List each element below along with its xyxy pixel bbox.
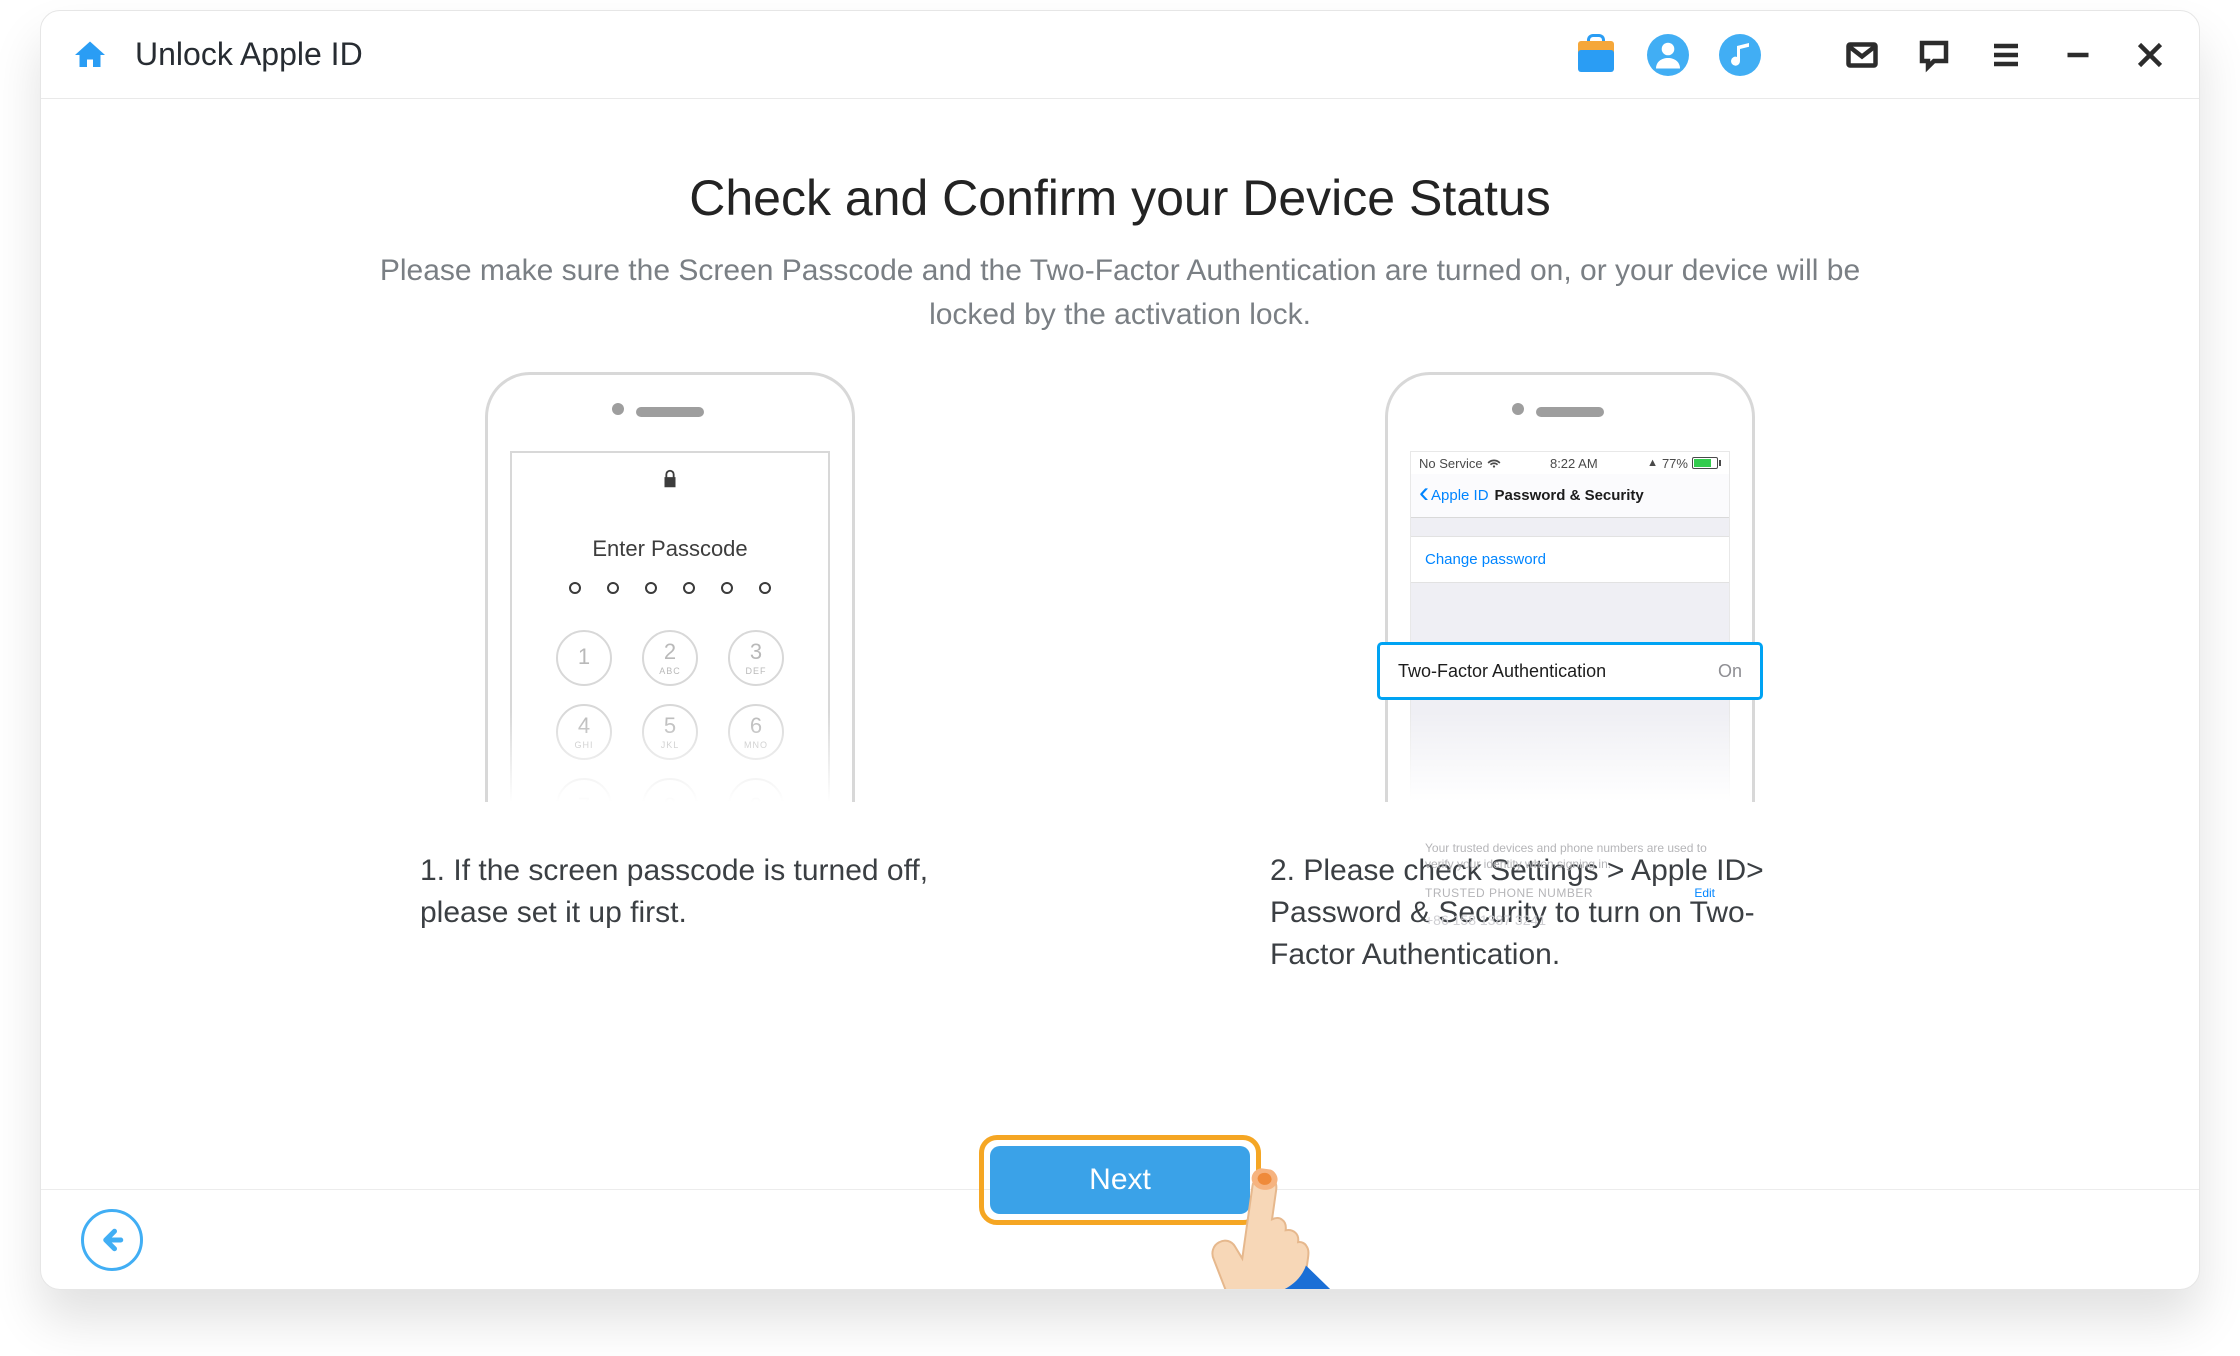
carrier-label: No Service xyxy=(1419,456,1483,471)
battery-icon xyxy=(1692,457,1721,469)
key-6: 6MNO xyxy=(728,704,784,760)
tfa-description: Your trusted devices and phone numbers a… xyxy=(1425,841,1715,872)
change-password-cell: Change password xyxy=(1411,536,1729,583)
tfa-value: On xyxy=(1718,661,1742,682)
key-8: 8 xyxy=(642,778,698,802)
enter-passcode-label: Enter Passcode xyxy=(592,536,747,562)
illustration-passcode: Enter Passcode 1 2ABC 3DEF 4GHI xyxy=(445,372,895,802)
headline: Check and Confirm your Device Status xyxy=(101,169,2139,227)
passcode-dots xyxy=(569,582,771,594)
menu-icon[interactable] xyxy=(1985,34,2027,76)
mail-icon[interactable] xyxy=(1841,34,1883,76)
keypad: 1 2ABC 3DEF 4GHI 5JKL 6MNO 7 xyxy=(556,630,784,802)
home-icon[interactable] xyxy=(69,34,111,76)
key-4: 4GHI xyxy=(556,704,612,760)
settings-screen: No Service 8:22 AM ▲ 77% Apple ID xyxy=(1410,451,1730,802)
back-button[interactable] xyxy=(81,1209,143,1271)
ios-status-bar: No Service 8:22 AM ▲ 77% xyxy=(1411,452,1729,474)
key-9: 9 xyxy=(728,778,784,802)
ios-nav-bar: Apple ID Password & Security xyxy=(1411,474,1729,518)
phone-camera-dot xyxy=(1512,403,1524,415)
page-title: Unlock Apple ID xyxy=(135,36,363,73)
key-5: 5JKL xyxy=(642,704,698,760)
main-content: Check and Confirm your Device Status Ple… xyxy=(41,99,2199,1189)
trusted-edit: Edit xyxy=(1694,886,1715,902)
clock-label: 8:22 AM xyxy=(1550,456,1598,471)
battery-label: 77% xyxy=(1662,456,1688,471)
phone-earpiece xyxy=(636,407,704,417)
feedback-icon[interactable] xyxy=(1913,34,1955,76)
step-captions: 1. If the screen passcode is turned off,… xyxy=(101,850,2139,976)
close-icon[interactable] xyxy=(2129,34,2171,76)
phone-two-factor: No Service 8:22 AM ▲ 77% Apple ID xyxy=(1385,372,1755,802)
key-2: 2ABC xyxy=(642,630,698,686)
key-3: 3DEF xyxy=(728,630,784,686)
phone-earpiece xyxy=(1536,407,1604,417)
wifi-icon xyxy=(1487,456,1501,470)
music-search-icon[interactable] xyxy=(1719,34,1761,76)
titlebar: Unlock Apple ID xyxy=(41,11,2199,99)
nav-title: Password & Security xyxy=(1495,487,1644,504)
step-1-caption: 1. If the screen passcode is turned off,… xyxy=(420,850,970,976)
next-button[interactable]: Next xyxy=(990,1146,1250,1214)
key-7: 7 xyxy=(556,778,612,802)
passcode-screen: Enter Passcode 1 2ABC 3DEF 4GHI xyxy=(510,451,830,802)
phone-camera-dot xyxy=(612,403,624,415)
tfa-label: Two-Factor Authentication xyxy=(1398,661,1606,682)
sub-headline: Please make sure the Screen Passcode and… xyxy=(370,249,1870,336)
illustration-two-factor: No Service 8:22 AM ▲ 77% Apple ID xyxy=(1345,372,1795,802)
phone-passcode: Enter Passcode 1 2ABC 3DEF 4GHI xyxy=(485,372,855,802)
account-icon[interactable] xyxy=(1647,34,1689,76)
pointer-hand-icon xyxy=(1200,1163,1350,1290)
two-factor-callout: Two-Factor Authentication On xyxy=(1377,642,1763,700)
trusted-header: TRUSTED PHONE NUMBER xyxy=(1425,886,1593,902)
minimize-icon[interactable] xyxy=(2057,34,2099,76)
illustrations-row: Enter Passcode 1 2ABC 3DEF 4GHI xyxy=(101,372,2139,802)
key-1: 1 xyxy=(556,630,612,686)
toolbox-icon[interactable] xyxy=(1575,34,1617,76)
app-window: Unlock Apple ID xyxy=(40,10,2200,1290)
lock-icon xyxy=(659,453,681,498)
nav-back-label: Apple ID xyxy=(1419,487,1489,504)
trusted-number: +86 158 1387 3241 xyxy=(1425,912,1715,928)
